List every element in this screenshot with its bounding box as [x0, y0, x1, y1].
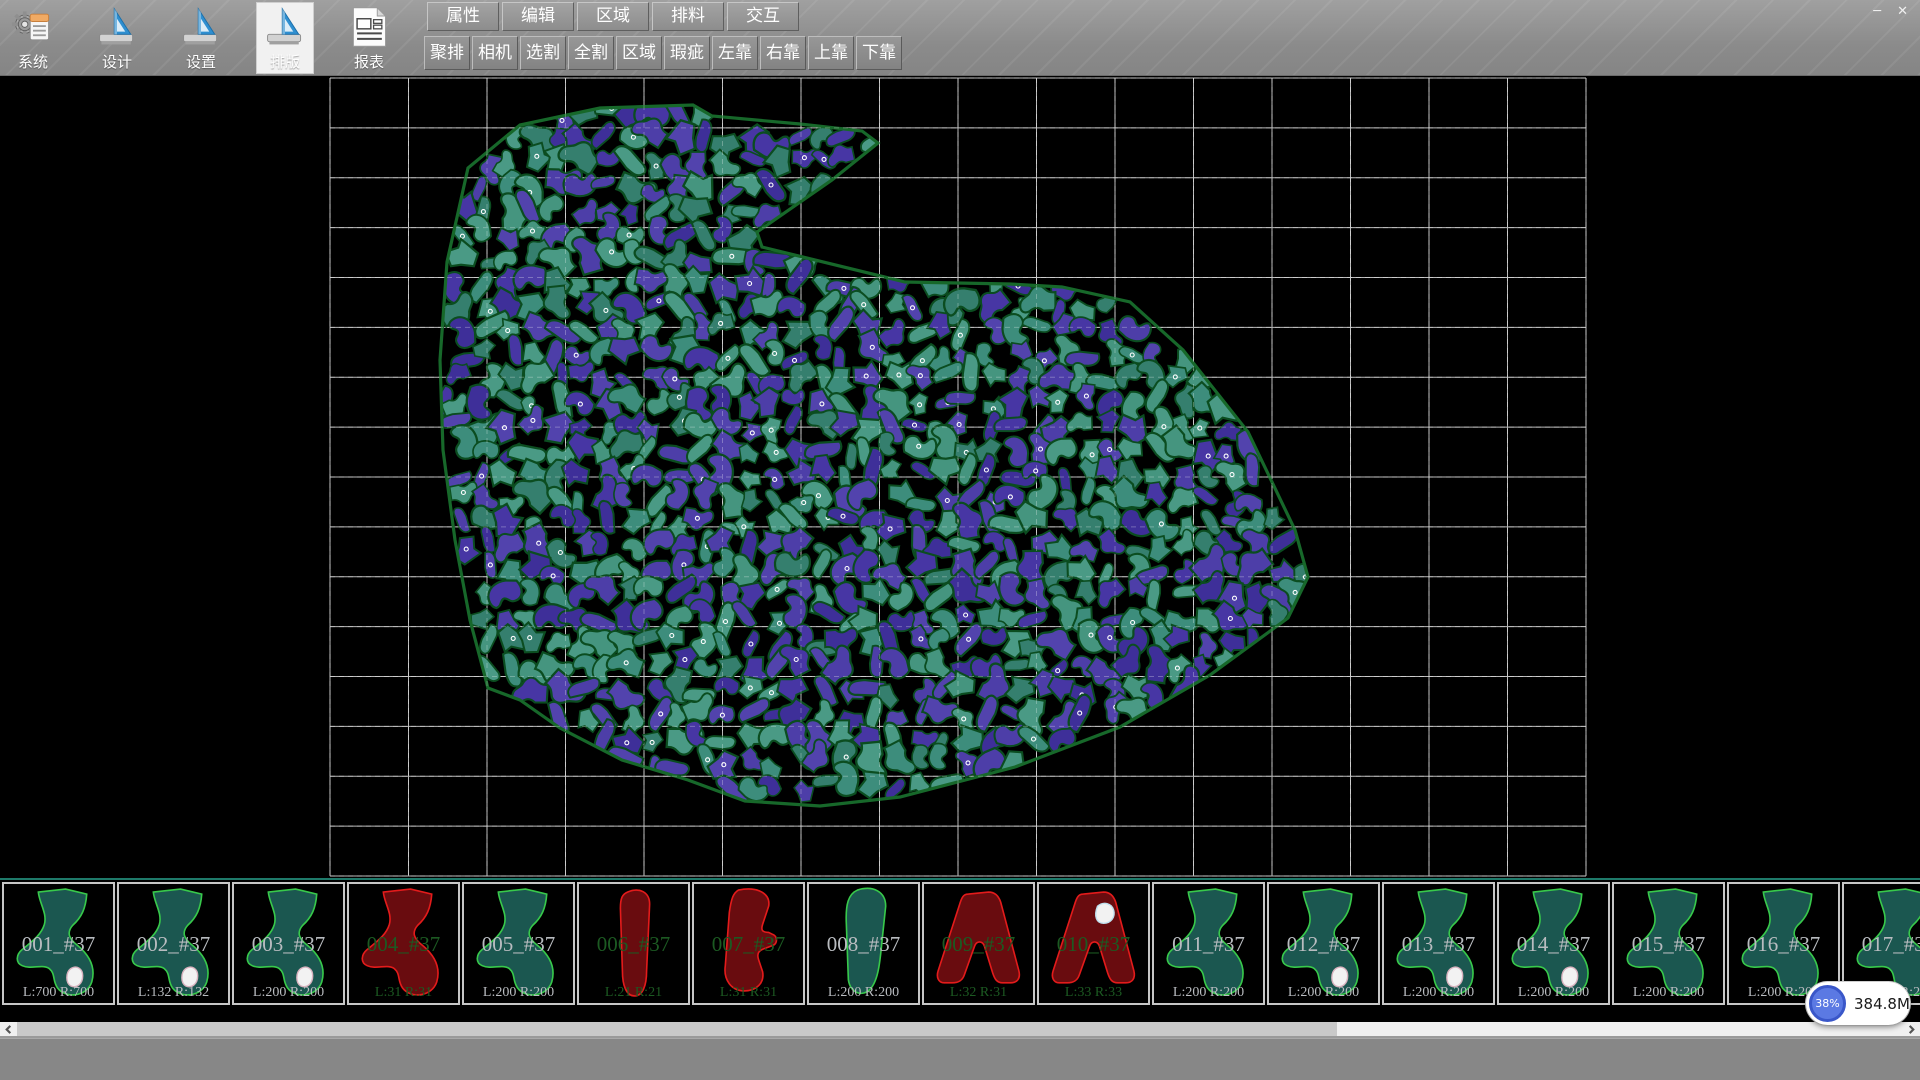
piece-label: 010_#37	[1039, 932, 1148, 957]
progress-percent-circle: 38%	[1809, 985, 1846, 1022]
piece-lr-count: L:21 R:21	[579, 985, 688, 1001]
piece-lr-count: L:33 R:33	[1039, 985, 1148, 1001]
icon-button-design[interactable]: 设计	[88, 2, 146, 74]
action-button-snap-right[interactable]: 右靠	[760, 36, 806, 70]
action-button-cluster-nest[interactable]: 聚排	[424, 36, 470, 70]
piece-thumbnail[interactable]: 003_#37 L:200 R:200	[232, 882, 345, 1005]
piece-thumbnail[interactable]: 004_#37 L:31 R:31	[347, 882, 460, 1005]
piece-thumbnail[interactable]: 013_#37 L:200 R:200	[1382, 882, 1495, 1005]
piece-label: 015_#37	[1614, 932, 1723, 957]
piece-thumbnail[interactable]: 009_#37 L:32 R:31	[922, 882, 1035, 1005]
menu-tabs: 属性编辑区域排料交互	[427, 2, 799, 31]
action-button-select-cut[interactable]: 选割	[520, 36, 566, 70]
piece-lr-count: L:200 R:200	[1499, 985, 1608, 1001]
piece-lr-count: L:200 R:200	[1384, 985, 1493, 1001]
scrollbar-thumb[interactable]	[17, 1022, 1337, 1036]
icon-button-label: 排版	[270, 51, 300, 72]
gear-icon	[11, 5, 55, 49]
icon-button-label: 设计	[102, 51, 132, 72]
chevron-right-icon	[1907, 1025, 1916, 1034]
scroll-right-button[interactable]	[1903, 1022, 1920, 1036]
piece-thumbnail[interactable]: 014_#37 L:200 R:200	[1497, 882, 1610, 1005]
icon-button-label: 设置	[186, 51, 216, 72]
piece-lr-count: L:200 R:200	[809, 985, 918, 1001]
action-buttons: 聚排相机选割全割区域瑕疵左靠右靠上靠下靠	[424, 36, 902, 70]
horizontal-scrollbar[interactable]	[0, 1022, 1920, 1038]
piece-label: 009_#37	[924, 932, 1033, 957]
status-bar	[0, 1038, 1920, 1080]
piece-lr-count: L:132 R:132	[119, 985, 228, 1001]
piece-lr-count: L:700 R:700	[4, 985, 113, 1001]
action-button-defect[interactable]: 瑕疵	[664, 36, 710, 70]
piece-lr-count: L:32 R:31	[924, 985, 1033, 1001]
piece-lr-count: L:200 R:200	[1269, 985, 1378, 1001]
piece-thumbnail[interactable]: 015_#37 L:200 R:200	[1612, 882, 1725, 1005]
piece-label: 004_#37	[349, 932, 458, 957]
piece-thumbnail[interactable]: 008_#37 L:200 R:200	[807, 882, 920, 1005]
progress-size: 384.8M	[1854, 995, 1910, 1013]
strip-separator	[0, 878, 1920, 880]
piece-label: 002_#37	[119, 932, 228, 957]
icon-button-nesting[interactable]: 排版	[256, 2, 314, 74]
minimize-icon[interactable]: ─	[1873, 5, 1881, 18]
action-button-cut-all[interactable]: 全割	[568, 36, 614, 70]
chevron-left-icon	[4, 1025, 13, 1034]
tab-region[interactable]: 区域	[577, 2, 649, 31]
piece-thumbnail[interactable]: 002_#37 L:132 R:132	[117, 882, 230, 1005]
close-icon[interactable]: ✕	[1897, 5, 1908, 18]
action-button-region[interactable]: 区域	[616, 36, 662, 70]
icon-button-settings[interactable]: 设置	[172, 2, 230, 74]
piece-thumbnail[interactable]: 005_#37 L:200 R:200	[462, 882, 575, 1005]
piece-label: 014_#37	[1499, 932, 1608, 957]
action-button-snap-left[interactable]: 左靠	[712, 36, 758, 70]
piece-label: 005_#37	[464, 932, 573, 957]
piece-label: 008_#37	[809, 932, 918, 957]
piece-lr-count: L:200 R:200	[464, 985, 573, 1001]
piece-label: 011_#37	[1154, 932, 1263, 957]
piece-label: 013_#37	[1384, 932, 1493, 957]
piece-lr-count: L:200 R:200	[234, 985, 343, 1001]
piece-thumbnail-strip: 001_#37 L:700 R:700 002_#37 L:132 R:132 …	[0, 881, 1920, 1007]
piece-thumbnail[interactable]: 007_#37 L:31 R:31	[692, 882, 805, 1005]
piece-thumbnail[interactable]: 011_#37 L:200 R:200	[1152, 882, 1265, 1005]
app-window: 系统 设计 设置 排版 报表 属性编辑区域排料交互 聚排相机选割全割区域瑕疵左靠…	[0, 0, 1920, 1080]
piece-label: 007_#37	[694, 932, 803, 957]
tab-edit[interactable]: 编辑	[502, 2, 574, 31]
piece-lr-count: L:31 R:31	[349, 985, 458, 1001]
piece-lr-count: L:200 R:200	[1614, 985, 1723, 1001]
main-icon-buttons: 系统 设计 设置 排版 报表	[4, 2, 398, 74]
tab-interact[interactable]: 交互	[727, 2, 799, 31]
action-button-snap-up[interactable]: 上靠	[808, 36, 854, 70]
piece-label: 017_#37	[1844, 932, 1920, 957]
piece-label: 006_#37	[579, 932, 688, 957]
progress-percent: 38%	[1815, 997, 1839, 1010]
piece-thumbnail[interactable]: 010_#37 L:33 R:33	[1037, 882, 1150, 1005]
report-icon	[347, 5, 391, 49]
icon-button-system[interactable]: 系统	[4, 2, 62, 74]
piece-lr-count: L:31 R:31	[694, 985, 803, 1001]
action-button-snap-down[interactable]: 下靠	[856, 36, 902, 70]
piece-thumbnail[interactable]: 006_#37 L:21 R:21	[577, 882, 690, 1005]
icon-button-label: 报表	[354, 51, 384, 72]
set-square-icon	[95, 5, 139, 49]
piece-label: 016_#37	[1729, 932, 1838, 957]
piece-thumbnail[interactable]: 001_#37 L:700 R:700	[2, 882, 115, 1005]
set-square-icon	[263, 5, 307, 49]
scroll-left-button[interactable]	[0, 1022, 17, 1036]
piece-label: 001_#37	[4, 932, 113, 957]
set-square-icon	[179, 5, 223, 49]
toolbar: 系统 设计 设置 排版 报表 属性编辑区域排料交互 聚排相机选割全割区域瑕疵左靠…	[0, 0, 1920, 76]
tab-nest[interactable]: 排料	[652, 2, 724, 31]
piece-lr-count: L:200 R:200	[1154, 985, 1263, 1001]
piece-label: 012_#37	[1269, 932, 1378, 957]
piece-label: 003_#37	[234, 932, 343, 957]
icon-button-report[interactable]: 报表	[340, 2, 398, 74]
tab-properties[interactable]: 属性	[427, 2, 499, 31]
progress-badge[interactable]: 38% 384.8M	[1806, 982, 1910, 1025]
action-button-camera[interactable]: 相机	[472, 36, 518, 70]
window-controls: ─ ✕	[1873, 5, 1908, 18]
piece-thumbnail[interactable]: 012_#37 L:200 R:200	[1267, 882, 1380, 1005]
icon-button-label: 系统	[18, 51, 48, 72]
